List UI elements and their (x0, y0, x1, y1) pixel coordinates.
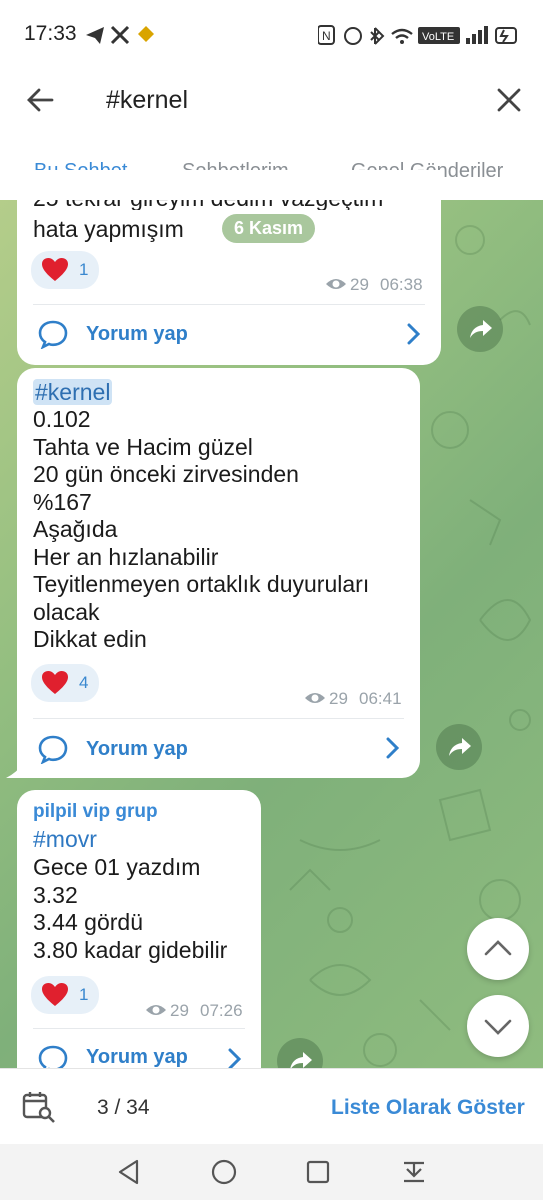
forward-button[interactable] (436, 724, 482, 770)
chevron-right-icon[interactable] (406, 323, 422, 345)
view-count: 29 (170, 1001, 189, 1020)
forward-icon (290, 1052, 312, 1068)
list-view-button[interactable]: Liste Olarak Göster (331, 1096, 525, 1120)
scroll-up-button[interactable] (467, 918, 529, 980)
close-icon[interactable] (497, 88, 521, 112)
message-text: 0.102 Tahta ve Hacim güzel 20 gün önceki… (33, 406, 370, 652)
bubble-tail (6, 760, 26, 778)
comment-button[interactable]: Yorum yap (86, 738, 188, 761)
sender-name[interactable]: pilpil vip grup (33, 801, 158, 823)
comment-icon (38, 735, 68, 764)
reaction-chip[interactable]: 4 (31, 664, 99, 702)
heart-icon (42, 983, 68, 1006)
chevron-up-icon (484, 940, 512, 956)
status-system-icons: N VoLTE (318, 25, 517, 45)
chevron-right-icon[interactable] (227, 1048, 243, 1068)
reaction-chip[interactable]: 1 (31, 251, 99, 289)
comment-icon (38, 320, 68, 349)
reaction-count: 4 (79, 673, 89, 692)
message-time: 07:26 (200, 1001, 243, 1020)
divider (33, 718, 404, 719)
forward-icon (470, 320, 492, 338)
reaction-count: 1 (79, 260, 89, 279)
views-icon (305, 693, 325, 703)
view-count: 29 (329, 689, 348, 708)
views-icon (146, 1005, 166, 1015)
svg-text:N: N (322, 29, 331, 43)
forward-icon (449, 738, 471, 756)
comment-button[interactable]: Yorum yap (86, 323, 188, 346)
system-nav-bar (0, 1144, 543, 1200)
volte-badge: VoLTE (422, 31, 454, 43)
message-text: Gece 01 yazdım 3.32 3.44 gördü 3.80 kada… (33, 854, 228, 963)
nav-back-icon[interactable] (117, 1159, 141, 1185)
chevron-down-icon (484, 1019, 512, 1035)
reaction-count: 1 (79, 985, 89, 1004)
comment-icon (38, 1045, 68, 1068)
status-time: 17:33 (24, 22, 77, 45)
divider (33, 304, 425, 305)
result-counter: 3 / 34 (97, 1096, 150, 1119)
message-time: 06:38 (380, 275, 423, 294)
calendar-search-icon[interactable] (22, 1090, 56, 1124)
message-text: hata yapmışım (33, 216, 184, 242)
message-partial-line-clip: 25 tekrar gireyim dedim vazgeçtim (17, 200, 441, 210)
divider (33, 1028, 245, 1029)
scroll-down-button[interactable] (467, 995, 529, 1057)
search-input[interactable]: #kernel (106, 86, 188, 115)
nav-recents-icon[interactable] (306, 1160, 330, 1184)
heart-icon (42, 258, 68, 281)
comment-button[interactable]: Yorum yap (86, 1046, 188, 1068)
reaction-chip[interactable]: 1 (31, 976, 99, 1014)
nav-home-icon[interactable] (211, 1159, 237, 1185)
status-notification-icons (86, 25, 154, 45)
hashtag-highlight[interactable]: #kernel (33, 379, 113, 405)
hashtag-link[interactable]: #movr (33, 826, 97, 854)
message-time: 06:41 (359, 689, 402, 708)
forward-button[interactable] (457, 306, 503, 352)
views-icon (326, 279, 346, 289)
chevron-right-icon[interactable] (385, 737, 401, 759)
date-pill: 6 Kasım (222, 214, 316, 243)
message-partial-line: 25 tekrar gireyim dedim vazgeçtim (33, 200, 383, 210)
view-count: 29 (350, 275, 369, 294)
forward-button[interactable] (277, 1038, 323, 1068)
nav-notifications-icon[interactable] (401, 1160, 427, 1184)
heart-icon (42, 671, 68, 694)
back-arrow-icon[interactable] (26, 87, 54, 113)
